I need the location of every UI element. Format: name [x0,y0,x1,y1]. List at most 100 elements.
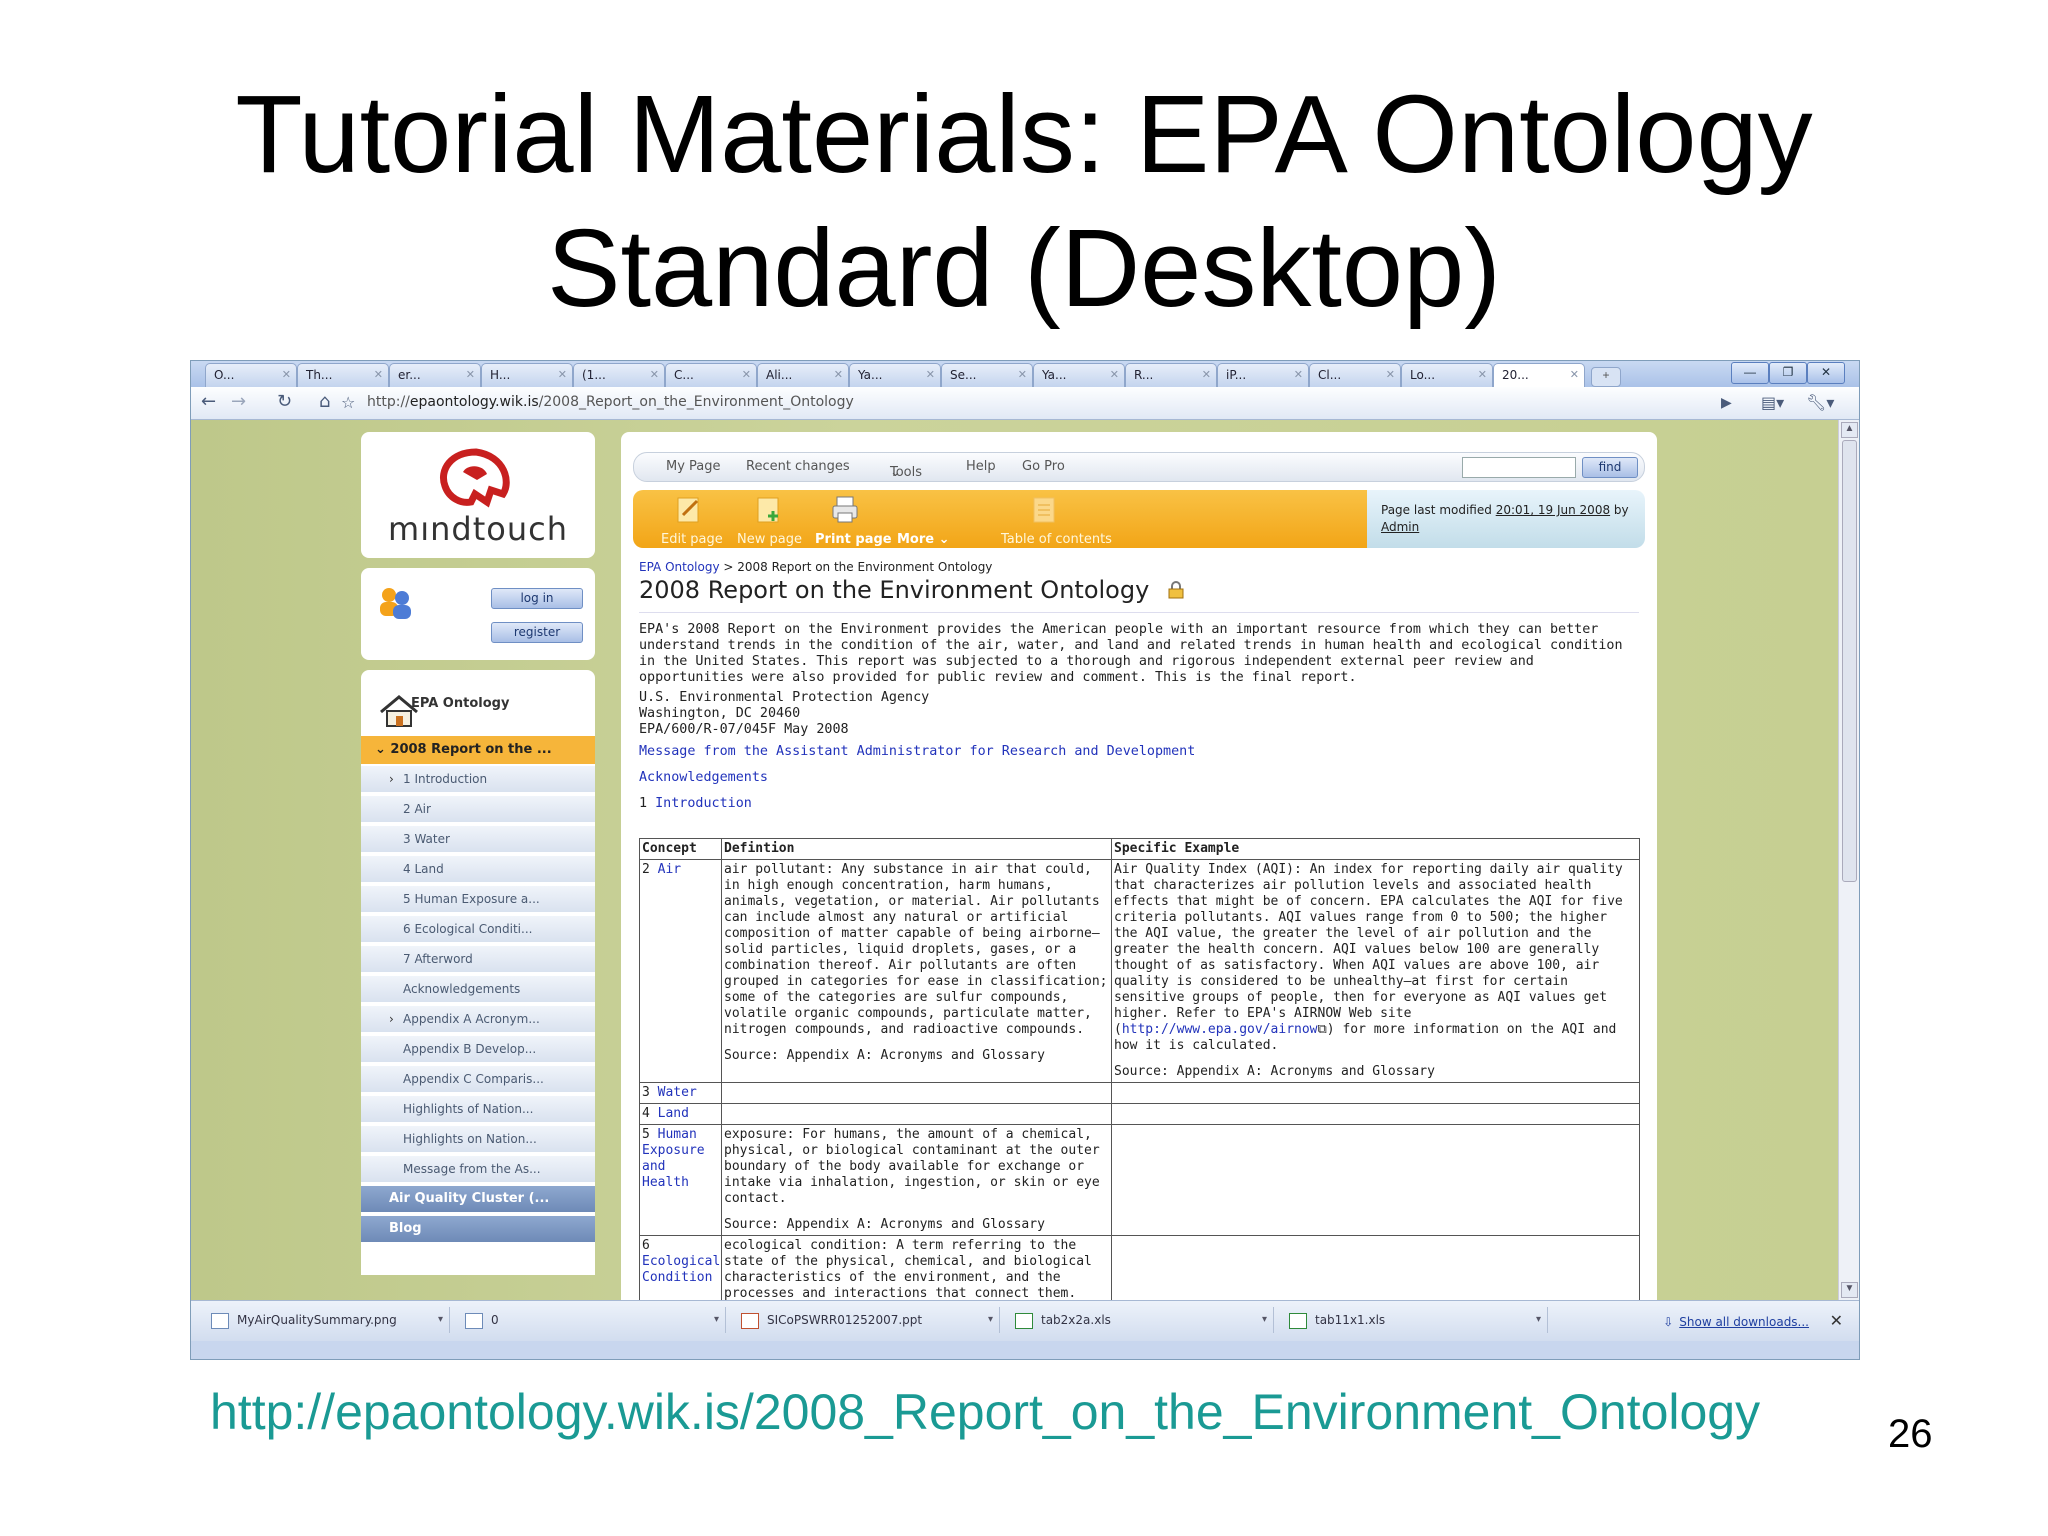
sidebar-item[interactable]: › 1 Introduction [361,766,595,794]
browser-tab[interactable]: C... ✕ [665,363,757,387]
close-icon[interactable]: ✕ [282,368,291,381]
download-item[interactable]: tab2x2a.xls ▾ [1003,1307,1274,1333]
download-item[interactable]: SICoPSWRR01252007.ppt ▾ [729,1307,1000,1333]
close-icon[interactable]: ✕ [926,368,935,381]
dropdown-arrow-icon[interactable]: ▾ [714,1307,719,1333]
close-icon[interactable]: ✕ [1386,368,1395,381]
address-bar[interactable]: http://epaontology.wik.is/2008_Report_on… [367,390,1859,414]
browser-tab[interactable]: Cl... ✕ [1309,363,1401,387]
download-item[interactable]: MyAirQualitySummary.png ▾ [199,1307,450,1333]
concept-link[interactable]: Water [658,1085,697,1100]
close-icon[interactable]: ✕ [466,368,475,381]
scroll-up-icon[interactable]: ▲ [1841,422,1858,438]
browser-tab[interactable]: (1... ✕ [573,363,665,387]
dropdown-arrow-icon[interactable]: ▾ [988,1307,993,1333]
acknowledgements-link[interactable]: Acknowledgements [639,770,768,785]
modified-time-link[interactable]: 20:01, 19 Jun 2008 [1496,503,1610,517]
vertical-scrollbar[interactable]: ▲ ▼ [1838,420,1859,1300]
home-icon[interactable]: ⌂ [319,391,330,412]
edit-page-button[interactable]: Edit page [661,532,723,547]
find-button[interactable]: find [1582,457,1638,478]
star-icon[interactable]: ☆ [341,393,355,412]
close-icon[interactable]: ✕ [1570,368,1579,381]
sidebar-section-air-quality[interactable]: Air Quality Cluster (... [361,1186,595,1214]
browser-tab[interactable]: R... ✕ [1125,363,1217,387]
scrollbar-thumb[interactable] [1842,440,1857,882]
browser-tab[interactable]: Th... ✕ [297,363,389,387]
close-icon[interactable]: ✕ [1202,368,1211,381]
close-icon[interactable]: ✕ [1478,368,1487,381]
introduction-link[interactable]: Introduction [655,796,752,811]
sidebar-item[interactable]: Message from the As... [361,1156,595,1184]
reload-icon[interactable]: ↻ [277,391,292,412]
sidebar-item[interactable]: Appendix C Comparis... [361,1066,595,1094]
sidebar-section-blog[interactable]: Blog [361,1216,595,1244]
sidebar-item-current[interactable]: ⌄ 2008 Report on the ... [361,736,595,764]
concept-link[interactable]: Ecological Condition [642,1254,720,1285]
close-icon[interactable]: ✕ [834,368,843,381]
table-of-contents-button[interactable]: Table of contents [1001,532,1112,547]
nav-go-pro[interactable]: Go Pro [1022,459,1065,474]
close-icon[interactable]: ✕ [742,368,751,381]
dropdown-arrow-icon[interactable]: ▾ [1536,1307,1541,1333]
browser-tab-active[interactable]: 20... ✕ [1493,363,1585,387]
sidebar-item[interactable]: Highlights of Nation... [361,1096,595,1124]
page-menu-icon[interactable]: ▤▾ [1761,393,1784,412]
sidebar-item[interactable]: 4 Land [361,856,595,884]
browser-tab[interactable]: O... ✕ [205,363,297,387]
go-icon[interactable]: ▶ [1721,395,1732,411]
sidebar-home-link[interactable]: EPA Ontology [411,696,509,711]
download-item[interactable]: 0 ▾ [453,1307,726,1333]
minimize-button[interactable]: — [1731,362,1769,384]
sidebar-item[interactable]: Appendix B Develop... [361,1036,595,1064]
scroll-down-icon[interactable]: ▼ [1841,1282,1858,1298]
browser-tab[interactable]: Ya... ✕ [1033,363,1125,387]
sidebar-item[interactable]: Highlights on Nation... [361,1126,595,1154]
close-icon[interactable]: ✕ [650,368,659,381]
close-icon[interactable]: ✕ [1294,368,1303,381]
dropdown-arrow-icon[interactable]: ▾ [438,1307,443,1333]
concept-link[interactable]: Land [658,1106,689,1121]
show-all-downloads-link[interactable]: ⇩ Show all downloads... [1663,1315,1809,1329]
browser-tab[interactable]: Se... ✕ [941,363,1033,387]
register-button[interactable]: register [491,622,583,643]
close-icon[interactable]: ✕ [1830,1311,1843,1331]
more-button[interactable]: More ⌄ [897,532,950,547]
breadcrumb-root-link[interactable]: EPA Ontology [639,560,720,574]
sidebar-item[interactable]: 3 Water [361,826,595,854]
sidebar-item[interactable]: 7 Afterword [361,946,595,974]
search-input[interactable] [1462,457,1576,478]
browser-tab[interactable]: Ya... ✕ [849,363,941,387]
close-icon[interactable]: ✕ [374,368,383,381]
modified-user-link[interactable]: Admin [1381,520,1419,534]
sidebar-item[interactable]: › Appendix A Acronym... [361,1006,595,1034]
new-tab-button[interactable]: + [1591,367,1621,387]
sidebar-item[interactable]: 6 Ecological Conditi... [361,916,595,944]
close-icon[interactable]: ✕ [1110,368,1119,381]
browser-tab[interactable]: er... ✕ [389,363,481,387]
new-page-button[interactable]: New page [737,532,802,547]
nav-recent-changes[interactable]: Recent changes [746,459,850,474]
login-button[interactable]: log in [491,588,583,609]
nav-help[interactable]: Help [966,459,996,474]
forward-icon[interactable]: → [231,391,246,412]
dropdown-arrow-icon[interactable]: ▾ [1262,1307,1267,1333]
close-icon[interactable]: ✕ [558,368,567,381]
close-window-button[interactable]: ✕ [1807,362,1845,384]
maximize-button[interactable]: ❐ [1769,362,1807,384]
browser-tab[interactable]: H... ✕ [481,363,573,387]
nav-my-page[interactable]: My Page [666,459,721,474]
concept-link[interactable]: Air [658,862,681,877]
browser-tab[interactable]: Ali... ✕ [757,363,849,387]
sidebar-item[interactable]: Acknowledgements [361,976,595,1004]
back-icon[interactable]: ← [201,391,216,412]
browser-tab[interactable]: Lo... ✕ [1401,363,1493,387]
sidebar-item[interactable]: 5 Human Exposure a... [361,886,595,914]
browser-tab[interactable]: iP... ✕ [1217,363,1309,387]
airnow-link[interactable]: http://www.epa.gov/airnow [1122,1022,1318,1037]
message-link[interactable]: Message from the Assistant Administrator… [639,744,1195,759]
download-item[interactable]: tab11x1.xls ▾ [1277,1307,1548,1333]
close-icon[interactable]: ✕ [1018,368,1027,381]
wrench-icon[interactable]: 🔧︎▾ [1806,393,1834,412]
sidebar-item[interactable]: 2 Air [361,796,595,824]
